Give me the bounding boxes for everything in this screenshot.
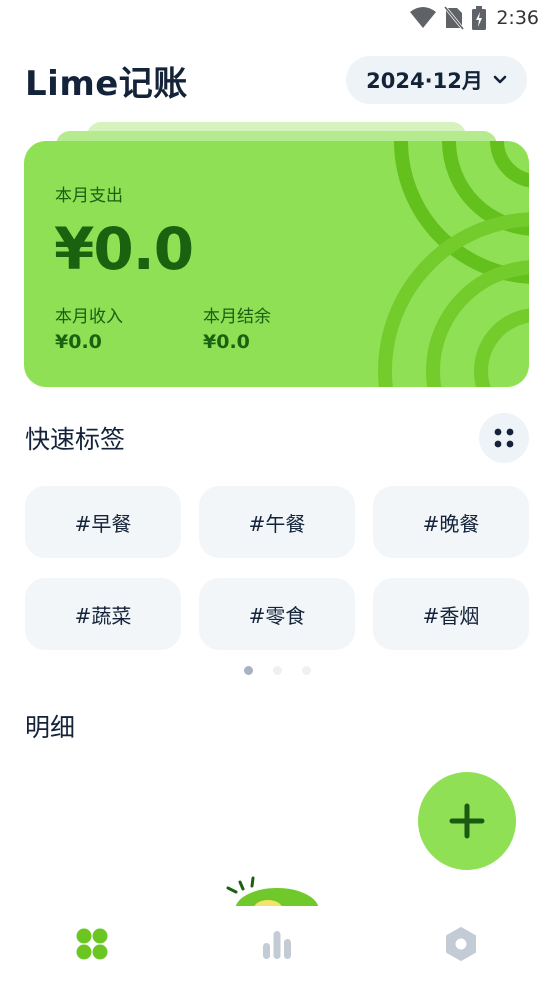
quick-tag[interactable]: #晚餐: [373, 486, 529, 558]
nav-settings[interactable]: [441, 924, 481, 964]
nav-home[interactable]: [72, 924, 112, 964]
page-dot[interactable]: [302, 666, 311, 675]
status-time: 2:36: [496, 7, 539, 29]
battery-charging-icon: [472, 6, 487, 30]
bottom-nav: [0, 906, 553, 983]
page-indicator: [244, 666, 311, 675]
month-label: 2024·12月: [366, 69, 483, 93]
status-bar: 2:36: [0, 0, 553, 38]
home-grid-icon: [76, 928, 108, 960]
quick-tag[interactable]: #香烟: [373, 578, 529, 650]
income-label: 本月收入: [55, 307, 123, 327]
summary-card-stack: 本月支出 ¥0.0 本月收入 ¥0.0 本月结余 ¥0.0: [24, 122, 529, 388]
page-dot[interactable]: [273, 666, 282, 675]
no-sim-icon: [444, 6, 465, 30]
wifi-icon: [410, 7, 437, 28]
page-dot-active[interactable]: [244, 666, 253, 675]
empty-state-illustration: [226, 876, 319, 906]
status-icons: 2:36: [410, 6, 539, 30]
income-amount: ¥0.0: [55, 331, 102, 353]
tag-grid-button[interactable]: [479, 413, 529, 463]
chevron-down-icon: [493, 75, 507, 84]
card-decoration-circles: [378, 141, 529, 387]
four-dots-icon: [494, 428, 514, 448]
month-picker[interactable]: 2024·12月: [346, 56, 527, 104]
stats-bar-icon: [263, 931, 291, 959]
summary-card[interactable]: 本月支出 ¥0.0 本月收入 ¥0.0 本月结余 ¥0.0: [24, 141, 529, 387]
balance-label: 本月结余: [203, 307, 271, 327]
settings-hexagon-icon: [446, 927, 476, 961]
expense-amount: ¥0.0: [54, 215, 194, 283]
quick-tag[interactable]: #早餐: [25, 486, 181, 558]
quick-tag[interactable]: #零食: [199, 578, 355, 650]
app-title: Lime记账: [25, 64, 188, 104]
expense-label: 本月支出: [55, 186, 123, 206]
quick-tag[interactable]: #蔬菜: [25, 578, 181, 650]
nav-stats[interactable]: [257, 924, 297, 964]
balance-amount: ¥0.0: [203, 331, 250, 353]
plus-icon: [449, 803, 485, 839]
quick-tags-title: 快速标签: [25, 425, 126, 454]
details-title: 明细: [25, 713, 76, 742]
quick-tag[interactable]: #午餐: [199, 486, 355, 558]
add-record-button[interactable]: [418, 772, 516, 870]
